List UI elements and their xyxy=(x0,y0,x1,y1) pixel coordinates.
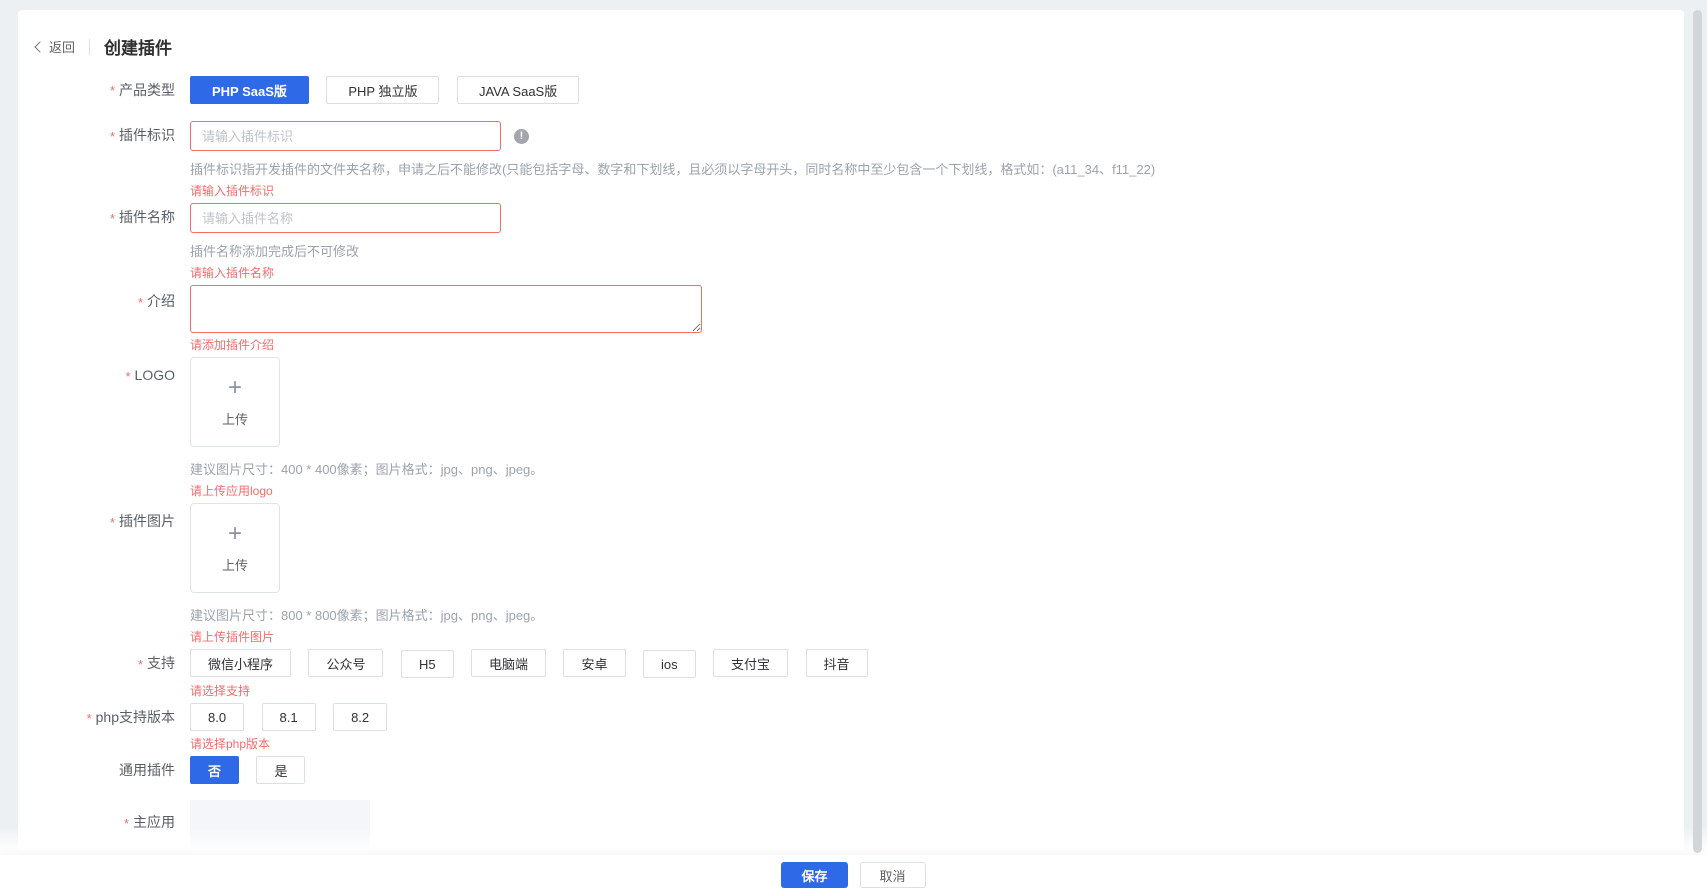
universal-label: 通用插件 xyxy=(36,756,190,784)
plugin-name-helper: 插件名称添加完成后不可修改 xyxy=(190,241,1654,260)
intro-label: 介绍 xyxy=(36,285,190,353)
universal-option-yes[interactable]: 是 xyxy=(256,756,305,784)
plugin-key-input[interactable] xyxy=(190,121,501,151)
php-version-option-82[interactable]: 8.2 xyxy=(333,703,387,731)
page-header: 返回 创建插件 xyxy=(36,34,1654,59)
form-group-plugin-key: 插件标识 ! 插件标识指开发插件的文件夹名称，申请之后不能修改(只能包括字母、数… xyxy=(36,121,1654,199)
php-version-option-80[interactable]: 8.0 xyxy=(190,703,244,731)
support-option-alipay[interactable]: 支付宝 xyxy=(713,649,788,677)
plugin-key-helper: 插件标识指开发插件的文件夹名称，申请之后不能修改(只能包括字母、数字和下划线，且… xyxy=(190,159,1654,178)
plugin-key-label: 插件标识 xyxy=(36,121,190,199)
logo-upload[interactable]: + 上传 xyxy=(190,357,280,447)
product-type-label: 产品类型 xyxy=(36,76,190,105)
plugin-image-error: 请上传插件图片 xyxy=(190,628,1654,645)
create-plugin-form: 产品类型 PHP SaaS版 PHP 独立版 JAVA SaaS版 插件标识 xyxy=(36,76,1654,895)
plugin-image-helper: 建议图片尺寸：800 * 800像素；图片格式：jpg、png、jpeg。 xyxy=(190,605,1654,624)
product-type-option-php-standalone[interactable]: PHP 独立版 xyxy=(326,76,439,104)
support-error: 请选择支持 xyxy=(190,682,1654,699)
support-option-wechat-mini[interactable]: 微信小程序 xyxy=(190,649,291,677)
page-title: 创建插件 xyxy=(104,34,172,59)
universal-option-no[interactable]: 否 xyxy=(190,756,239,784)
support-option-douyin[interactable]: 抖音 xyxy=(806,649,868,677)
logo-upload-label: 上传 xyxy=(222,409,248,428)
form-group-intro: 介绍 请添加插件介绍 xyxy=(36,285,1654,353)
support-option-android[interactable]: 安卓 xyxy=(563,649,625,677)
create-plugin-page: 返回 创建插件 产品类型 PHP SaaS版 PHP 独立版 JAVA SaaS… xyxy=(0,0,1707,895)
plugin-name-input[interactable] xyxy=(190,203,501,233)
plus-icon: + xyxy=(228,522,242,546)
support-label: 支持 xyxy=(36,649,190,699)
form-group-logo: LOGO + 上传 建议图片尺寸：400 * 400像素；图片格式：jpg、pn… xyxy=(36,357,1654,499)
footer-bar: 保存 取消 xyxy=(0,855,1707,895)
form-group-universal: 通用插件 否 是 xyxy=(36,756,1654,784)
plugin-image-upload-label: 上传 xyxy=(222,555,248,574)
content-card: 返回 创建插件 产品类型 PHP SaaS版 PHP 独立版 JAVA SaaS… xyxy=(18,10,1684,895)
logo-label: LOGO xyxy=(36,357,190,499)
header-divider xyxy=(89,39,90,55)
form-group-php-version: php支持版本 8.0 8.1 8.2 请选择php版本 xyxy=(36,703,1654,752)
support-option-pc[interactable]: 电脑端 xyxy=(471,649,546,677)
logo-error: 请上传应用logo xyxy=(190,482,1654,499)
cancel-button[interactable]: 取消 xyxy=(860,862,926,888)
support-option-ios[interactable]: ios xyxy=(643,650,696,678)
plus-icon: + xyxy=(228,376,242,400)
back-chevron-icon xyxy=(34,41,45,52)
support-option-h5[interactable]: H5 xyxy=(401,650,454,678)
plugin-key-error: 请输入插件标识 xyxy=(190,182,1654,199)
form-group-support: 支持 微信小程序 公众号 H5 电脑端 安卓 ios 支付宝 抖音 请选择支持 xyxy=(36,649,1654,699)
plugin-image-label: 插件图片 xyxy=(36,503,190,645)
intro-textarea[interactable] xyxy=(190,285,702,333)
back-label: 返回 xyxy=(49,37,75,56)
form-group-product-type: 产品类型 PHP SaaS版 PHP 独立版 JAVA SaaS版 xyxy=(36,76,1654,105)
plugin-name-error: 请输入插件名称 xyxy=(190,264,1654,281)
support-option-official-account[interactable]: 公众号 xyxy=(308,649,383,677)
php-version-error: 请选择php版本 xyxy=(190,735,1654,752)
save-button[interactable]: 保存 xyxy=(781,862,847,888)
back-button[interactable]: 返回 xyxy=(36,37,75,56)
intro-error: 请添加插件介绍 xyxy=(190,336,1654,353)
vertical-scrollbar-thumb[interactable] xyxy=(1693,10,1702,853)
php-version-label: php支持版本 xyxy=(36,703,190,752)
warning-icon: ! xyxy=(514,129,529,144)
product-type-option-java-saas[interactable]: JAVA SaaS版 xyxy=(457,76,579,104)
form-group-plugin-image: 插件图片 + 上传 建议图片尺寸：800 * 800像素；图片格式：jpg、pn… xyxy=(36,503,1654,645)
php-version-option-81[interactable]: 8.1 xyxy=(262,703,316,731)
product-type-option-php-saas[interactable]: PHP SaaS版 xyxy=(190,76,309,104)
plugin-image-upload[interactable]: + 上传 xyxy=(190,503,280,593)
logo-helper: 建议图片尺寸：400 * 400像素；图片格式：jpg、png、jpeg。 xyxy=(190,459,1654,478)
plugin-name-label: 插件名称 xyxy=(36,203,190,281)
form-group-plugin-name: 插件名称 插件名称添加完成后不可修改 请输入插件名称 xyxy=(36,203,1654,281)
